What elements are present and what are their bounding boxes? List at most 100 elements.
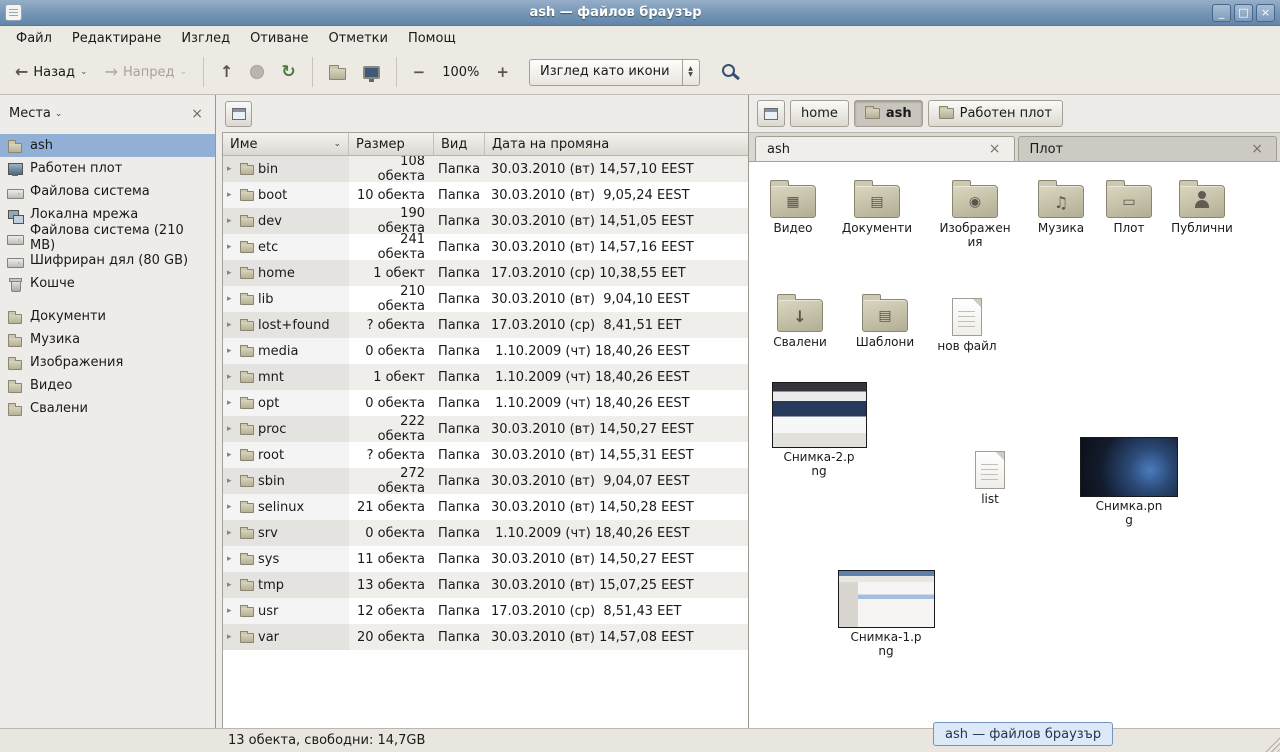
expander-icon[interactable]: ▸	[227, 450, 236, 460]
sidebar-item[interactable]: Кошче	[0, 272, 215, 295]
search-button[interactable]	[703, 58, 752, 87]
menu-item[interactable]: Редактиране	[62, 28, 171, 49]
file-icon-item[interactable]: list	[940, 445, 1040, 506]
table-row[interactable]: ▸ media 0 обекта Папка 1.10.2009 (чт) 18…	[223, 338, 748, 364]
expander-icon[interactable]: ▸	[227, 346, 236, 356]
file-icon-item[interactable]: Документи	[827, 177, 927, 235]
table-row[interactable]: ▸ var 20 обекта Папка 30.03.2010 (вт) 14…	[223, 624, 748, 650]
back-button[interactable]: ← Назад ⌄	[8, 58, 95, 86]
table-row[interactable]: ▸ lib 210 обекта Папка 30.03.2010 (вт) 9…	[223, 286, 748, 312]
view-mode-select[interactable]: Изглед като икони ▲ ▼	[529, 59, 700, 86]
folder-icon	[240, 347, 254, 357]
table-row[interactable]: ▸ bin 108 обекта Папка 30.03.2010 (вт) 1…	[223, 156, 748, 182]
breadcrumb-button[interactable]: Работен плот	[928, 100, 1063, 127]
expander-icon[interactable]: ▸	[227, 398, 236, 408]
resize-grip[interactable]	[1262, 734, 1280, 752]
sidebar-item[interactable]: Музика	[0, 328, 215, 351]
table-row[interactable]: ▸ lost+found ? обекта Папка 17.03.2010 (…	[223, 312, 748, 338]
file-icon-item[interactable]: нов файл	[917, 292, 1017, 353]
expander-icon[interactable]: ▸	[227, 632, 236, 642]
sidebar-item[interactable]: Документи	[0, 305, 215, 328]
expander-icon[interactable]: ▸	[227, 164, 236, 174]
sidebar-item[interactable]: ash	[0, 134, 215, 157]
breadcrumb-button[interactable]: ash	[854, 100, 923, 127]
menu-item[interactable]: Файл	[6, 28, 62, 49]
reload-button[interactable]: ↻	[274, 56, 302, 88]
table-row[interactable]: ▸ tmp 13 обекта Папка 30.03.2010 (вт) 15…	[223, 572, 748, 598]
icon-view[interactable]: Видео Документи Изоб	[749, 161, 1280, 728]
table-row[interactable]: ▸ srv 0 обекта Папка 1.10.2009 (чт) 18,4…	[223, 520, 748, 546]
zoom-in-button[interactable]: +	[489, 57, 516, 87]
chevron-down-icon[interactable]: ⌄	[80, 67, 88, 77]
maximize-button[interactable]: □	[1234, 4, 1253, 22]
expander-icon[interactable]: ▸	[227, 216, 236, 226]
menu-item[interactable]: Отиване	[240, 28, 318, 49]
file-browser-window: ash — файлов браузър _ □ × Файл Редактир…	[0, 0, 1280, 752]
expander-icon[interactable]: ▸	[227, 372, 236, 382]
sidebar-item[interactable]: Видео	[0, 374, 215, 397]
file-icon-item[interactable]: Снимка-1.png	[836, 570, 936, 658]
column-header-size[interactable]: Размер	[349, 133, 434, 155]
computer-button[interactable]	[356, 60, 387, 85]
expander-icon[interactable]: ▸	[227, 190, 236, 200]
titlebar[interactable]: ash — файлов браузър _ □ ×	[0, 0, 1280, 26]
minimize-button[interactable]: _	[1212, 4, 1231, 22]
tab[interactable]: Плот ×	[1018, 136, 1278, 161]
sidebar-item[interactable]: Изображения	[0, 351, 215, 374]
pane-location-button[interactable]	[225, 101, 252, 127]
table-row[interactable]: ▸ usr 12 обекта Папка 17.03.2010 (ср) 8,…	[223, 598, 748, 624]
table-row[interactable]: ▸ root ? обекта Папка 30.03.2010 (вт) 14…	[223, 442, 748, 468]
expander-icon[interactable]: ▸	[227, 476, 236, 486]
menu-item[interactable]: Отметки	[318, 28, 397, 49]
expander-icon[interactable]: ▸	[227, 268, 236, 278]
expander-icon[interactable]: ▸	[227, 424, 236, 434]
expander-icon[interactable]: ▸	[227, 502, 236, 512]
breadcrumb-button[interactable]: home	[790, 100, 849, 127]
table-row[interactable]: ▸ proc 222 обекта Папка 30.03.2010 (вт) …	[223, 416, 748, 442]
close-button[interactable]: ×	[1256, 4, 1275, 22]
table-row[interactable]: ▸ mnt 1 обект Папка 1.10.2009 (чт) 18,40…	[223, 364, 748, 390]
sidebar-item[interactable]: Работен плот	[0, 157, 215, 180]
column-header-name[interactable]: Име ⌄	[223, 133, 349, 155]
stop-button[interactable]	[243, 59, 271, 85]
table-row[interactable]: ▸ dev 190 обекта Папка 30.03.2010 (вт) 1…	[223, 208, 748, 234]
table-row[interactable]: ▸ etc 241 обекта Папка 30.03.2010 (вт) 1…	[223, 234, 748, 260]
expander-icon[interactable]: ▸	[227, 320, 236, 330]
table-row[interactable]: ▸ boot 10 обекта Папка 30.03.2010 (вт) 9…	[223, 182, 748, 208]
forward-button[interactable]: → Напред ⌄	[98, 58, 194, 86]
home-button[interactable]	[322, 58, 353, 86]
table-row[interactable]: ▸ selinux 21 обекта Папка 30.03.2010 (вт…	[223, 494, 748, 520]
sidebar-item[interactable]: Свалени	[0, 397, 215, 420]
up-button[interactable]: ↑	[213, 58, 240, 86]
spinner-arrows-icon[interactable]: ▲ ▼	[682, 60, 699, 85]
expander-icon[interactable]: ▸	[227, 580, 236, 590]
folder-icon	[240, 165, 254, 175]
expander-icon[interactable]: ▸	[227, 242, 236, 252]
table-row[interactable]: ▸ sys 11 обекта Папка 30.03.2010 (вт) 14…	[223, 546, 748, 572]
expander-icon[interactable]: ▸	[227, 554, 236, 564]
zoom-out-button[interactable]: −	[406, 57, 433, 87]
breadcrumb-button[interactable]	[757, 100, 785, 127]
menu-item[interactable]: Изглед	[171, 28, 240, 49]
expander-icon[interactable]: ▸	[227, 294, 236, 304]
sidebar-item[interactable]: Шифриран дял (80 GB)	[0, 249, 215, 272]
table-row[interactable]: ▸ sbin 272 обекта Папка 30.03.2010 (вт) …	[223, 468, 748, 494]
close-sidebar-button[interactable]: ×	[188, 106, 206, 122]
table-row[interactable]: ▸ home 1 обект Папка 17.03.2010 (ср) 10,…	[223, 260, 748, 286]
file-icon-item[interactable]: Снимка.png	[1079, 437, 1179, 527]
file-icon-item[interactable]: Снимка-2.png	[769, 382, 869, 478]
column-header-type[interactable]: Вид	[434, 133, 485, 155]
sidebar-item[interactable]: Файлова система (210 MB)	[0, 226, 215, 249]
table-row[interactable]: ▸ opt 0 обекта Папка 1.10.2009 (чт) 18,4…	[223, 390, 748, 416]
file-icon-item[interactable]: Публични	[1152, 177, 1252, 235]
expander-icon[interactable]: ▸	[227, 528, 236, 538]
expander-icon[interactable]: ▸	[227, 606, 236, 616]
column-header-date[interactable]: Дата на промяна	[485, 133, 748, 155]
chevron-down-icon[interactable]: ⌄	[55, 109, 63, 119]
tab[interactable]: ash ×	[755, 136, 1015, 161]
menu-item[interactable]: Помощ	[398, 28, 466, 49]
file-icon-item[interactable]: Изображения	[925, 177, 1025, 249]
tab-close-icon[interactable]: ×	[987, 141, 1003, 157]
sidebar-item[interactable]: Файлова система	[0, 180, 215, 203]
tab-close-icon[interactable]: ×	[1249, 141, 1265, 157]
